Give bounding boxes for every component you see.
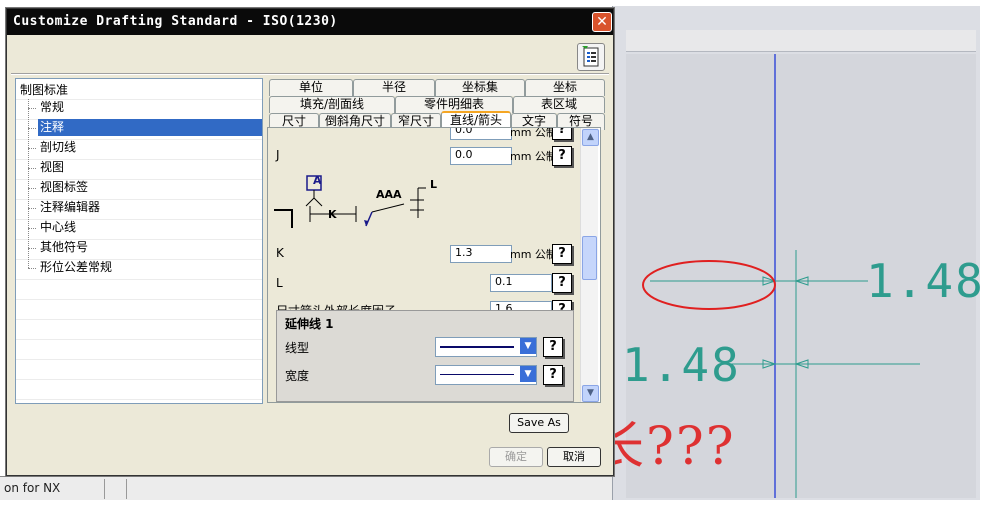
- tree-item-gdt-general[interactable]: 形位公差常规: [38, 259, 114, 276]
- tree-item-annotation-editor[interactable]: 注释编辑器: [38, 199, 102, 216]
- field-l-input[interactable]: 0.1: [490, 274, 552, 292]
- line-arrow-panel: 0.0 mm 公制 ? J 0.0 mm 公制 ? A K AAA L K 1.…: [267, 127, 601, 403]
- chevron-down-icon[interactable]: ▼: [520, 366, 536, 382]
- partial-top-input[interactable]: 0.0: [450, 128, 512, 140]
- scroll-thumb[interactable]: [582, 236, 597, 280]
- field-j-input[interactable]: 0.0: [450, 147, 512, 165]
- background-taskbar: [0, 476, 612, 500]
- tab-fill-hatch[interactable]: 填充/剖面线: [269, 96, 395, 113]
- help-icon[interactable]: ?: [552, 244, 572, 264]
- help-icon[interactable]: ?: [552, 128, 572, 140]
- close-button[interactable]: ✕: [592, 12, 612, 32]
- diagram-l-label: L: [430, 178, 438, 191]
- scroll-down-icon[interactable]: ▼: [582, 385, 599, 402]
- tab-ordinate-set[interactable]: 坐标集: [435, 79, 525, 96]
- help-icon[interactable]: ?: [552, 273, 572, 293]
- tree-root[interactable]: 制图标准: [20, 81, 68, 98]
- field-j-unit: mm 公制: [510, 150, 557, 163]
- diagram-k-label: K: [328, 208, 337, 221]
- tree-item-annotation[interactable]: 注释: [38, 119, 262, 136]
- ok-button[interactable]: 确定: [489, 447, 543, 467]
- help-icon[interactable]: ?: [543, 337, 563, 357]
- save-as-button[interactable]: Save As: [509, 413, 569, 433]
- tab-radius[interactable]: 半径: [353, 79, 435, 96]
- line-width-select[interactable]: ▼: [435, 365, 537, 385]
- scroll-up-icon[interactable]: ▲: [582, 129, 599, 146]
- dimension-text-top: 1.48: [866, 254, 985, 308]
- panel-scrollbar[interactable]: ▲ ▼: [580, 128, 599, 402]
- standards-tree[interactable]: 制图标准 常规 注释 剖切线 视图 视图标签 注释编辑器 中心线 其他符号 形位…: [15, 78, 263, 404]
- help-icon[interactable]: ?: [552, 146, 572, 166]
- taskbar-text: on for NX: [4, 481, 61, 495]
- settings-list-icon[interactable]: [577, 43, 605, 71]
- field-k-input[interactable]: 1.3: [450, 245, 512, 263]
- extension-line-title: 延伸线 1: [285, 317, 334, 331]
- separator: [11, 73, 609, 75]
- field-j-label: J: [276, 148, 280, 162]
- dialog-title: Customize Drafting Standard - ISO(1230): [13, 14, 338, 29]
- tree-item-view-label[interactable]: 视图标签: [38, 179, 90, 196]
- field-k-unit: mm 公制: [510, 248, 557, 261]
- tree-item-centerline[interactable]: 中心线: [38, 219, 78, 236]
- tree-item-view[interactable]: 视图: [38, 159, 66, 176]
- field-l-label: L: [276, 276, 283, 290]
- diagram-aaa-text: AAA: [376, 188, 402, 201]
- help-icon[interactable]: ?: [543, 365, 563, 385]
- tree-item-section-line[interactable]: 剖切线: [38, 139, 78, 156]
- diagram-box-letter: A: [313, 174, 322, 187]
- chevron-down-icon[interactable]: ▼: [520, 338, 536, 354]
- tree-item-other-symbols[interactable]: 其他符号: [38, 239, 90, 256]
- extension-line-group: 延伸线 1 线型 ▼ ? 宽度 ▼ ?: [276, 310, 574, 402]
- cancel-button[interactable]: 取消: [547, 447, 601, 467]
- width-label: 宽度: [285, 369, 310, 383]
- customize-drafting-dialog: Customize Drafting Standard - ISO(1230) …: [6, 8, 614, 476]
- tree-item-general[interactable]: 常规: [38, 99, 66, 116]
- tab-table-region[interactable]: 表区域: [513, 96, 605, 113]
- dimension-text-bottom: 1.48: [622, 338, 741, 392]
- line-type-label: 线型: [285, 341, 310, 355]
- partial-top-unit: mm 公制: [510, 127, 557, 139]
- tab-units[interactable]: 单位: [269, 79, 353, 96]
- field-k-label: K: [276, 246, 284, 260]
- title-bar[interactable]: Customize Drafting Standard - ISO(1230) …: [7, 9, 613, 35]
- arrow-diagram: [274, 175, 426, 228]
- line-type-select[interactable]: ▼: [435, 337, 537, 357]
- red-circle-canvas: [642, 260, 776, 310]
- tab-ordinate[interactable]: 坐标: [525, 79, 605, 96]
